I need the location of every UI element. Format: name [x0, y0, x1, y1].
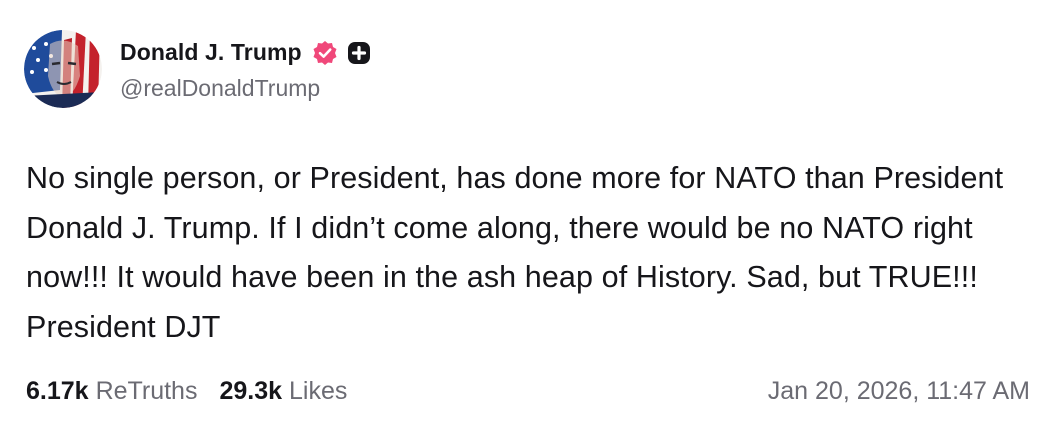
likes-label: Likes — [289, 376, 348, 405]
likes-count: 29.3k — [219, 376, 283, 405]
post-card: Donald J. Trump @realDonaldTrump No sing… — [0, 0, 1056, 436]
post-header: Donald J. Trump @realDonaldTrump — [24, 30, 371, 108]
author-display-name[interactable]: Donald J. Trump — [120, 39, 302, 66]
retruths-count: 6.17k — [26, 376, 89, 405]
avatar-image — [24, 30, 102, 108]
name-row: Donald J. Trump — [120, 37, 371, 69]
plus-badge-icon — [347, 41, 370, 64]
post-timestamp[interactable]: Jan 20, 2026, 11:47 AM — [768, 377, 1030, 406]
avatar[interactable] — [24, 30, 102, 108]
post-text: No single person, or President, has done… — [26, 161, 1004, 344]
author-names: Donald J. Trump @realDonaldTrump — [120, 37, 371, 102]
author-handle[interactable]: @realDonaldTrump — [120, 75, 371, 102]
retruths-label: ReTruths — [95, 376, 198, 405]
likes-stat[interactable]: 29.3k Likes — [219, 377, 347, 406]
verified-badge-icon — [313, 40, 337, 65]
retruths-stat[interactable]: 6.17k ReTruths — [26, 377, 197, 406]
post-footer: 6.17k ReTruths 29.3k Likes Jan 20, 2026, 1… — [26, 371, 1030, 411]
